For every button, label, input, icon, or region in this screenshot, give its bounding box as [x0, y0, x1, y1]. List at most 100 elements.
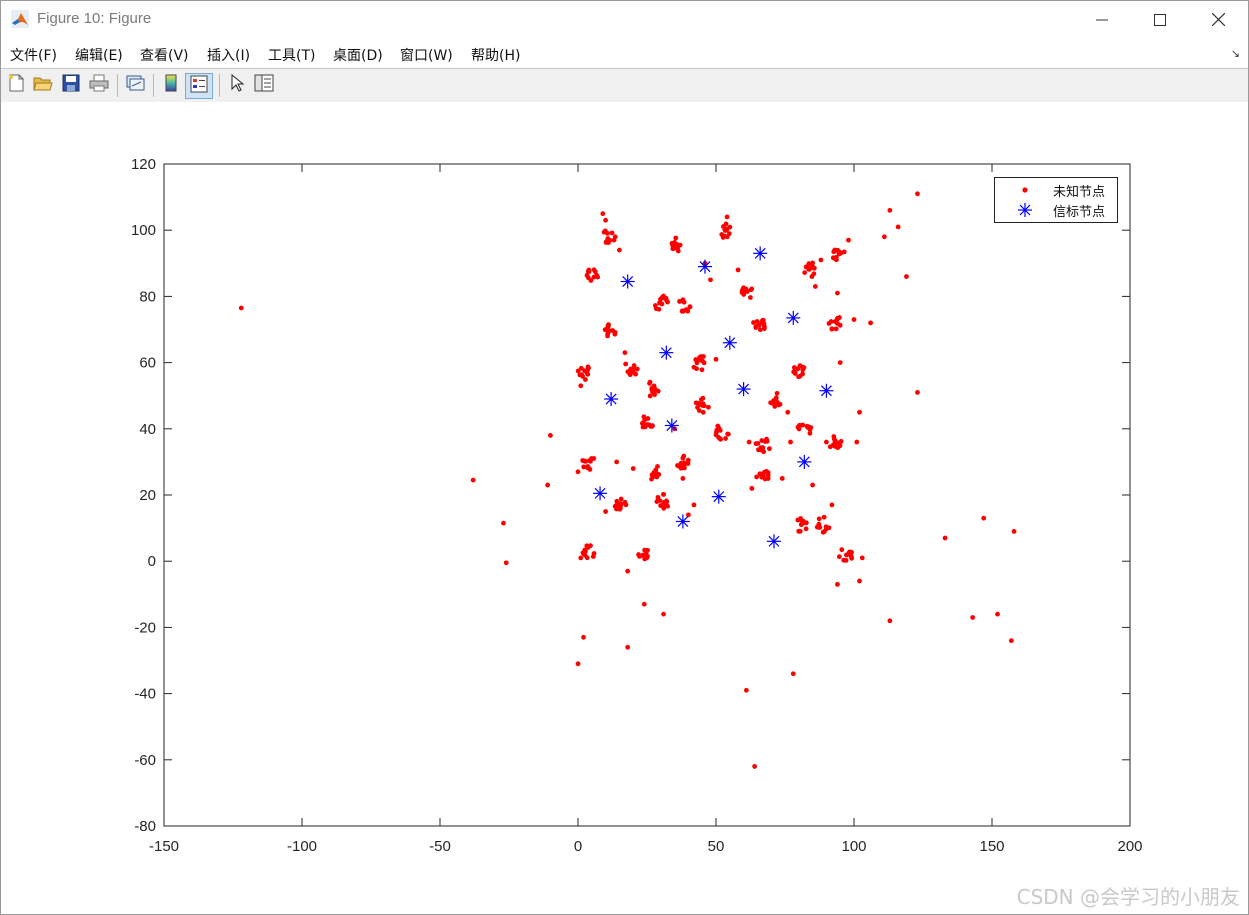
unknown-node-point	[831, 434, 837, 439]
unknown-node-point	[603, 509, 608, 514]
unknown-node-point	[799, 364, 805, 370]
unknown-node-point	[809, 263, 815, 269]
unknown-node-point	[995, 611, 1000, 617]
menu-tools[interactable]: 工具(T)	[268, 45, 315, 65]
unknown-node-point	[700, 358, 706, 364]
minimize-icon	[1096, 11, 1108, 30]
unknown-node-point	[585, 364, 591, 370]
unknown-node-point	[806, 266, 811, 272]
menu-insert[interactable]: 插入(I)	[207, 45, 250, 65]
unknown-node-point	[832, 256, 838, 262]
insert-legend-icon	[190, 75, 208, 97]
unknown-node-point	[822, 529, 827, 534]
unknown-node-point	[767, 446, 772, 452]
beacon-node-point	[819, 383, 834, 398]
unknown-node-point	[771, 398, 777, 403]
unknown-node-point	[804, 423, 810, 429]
edit-plot-icon	[229, 73, 245, 96]
link-plot-button[interactable]	[123, 73, 147, 97]
close-icon	[1211, 11, 1225, 30]
unknown-node-point	[791, 365, 797, 370]
unknown-node-point	[630, 369, 636, 375]
unknown-node-point	[634, 366, 640, 372]
property-editor-button[interactable]	[252, 73, 276, 97]
new-figure-button[interactable]	[4, 73, 28, 97]
maximize-button[interactable]	[1131, 1, 1189, 39]
scatter-plot[interactable]: -150 -100 -50 0 50 100 150 200120100806040200-2…	[1, 102, 1248, 914]
toolbar-separator	[153, 74, 154, 97]
unknown-node-point	[797, 422, 803, 428]
unknown-node-point	[735, 267, 741, 273]
insert-legend-button[interactable]	[185, 73, 213, 99]
unknown-node-point	[637, 553, 643, 559]
beacon-node-point	[786, 310, 801, 325]
print-icon	[89, 74, 109, 96]
unknown-node-point	[802, 270, 808, 276]
figure-window: Figure 10: Figure 文件(F) 编辑(E) 查看(V) 插入(I…	[0, 0, 1249, 915]
menu-desktop[interactable]: 桌面(D)	[333, 45, 383, 65]
unknown-node-point	[755, 441, 761, 446]
x-tick-label: 200	[1117, 838, 1142, 855]
unknown-node-point	[857, 578, 862, 584]
unknown-node-point	[835, 581, 840, 587]
unknown-node-point	[859, 555, 865, 561]
unknown-node-point	[643, 555, 649, 561]
unknown-node-point	[843, 557, 849, 563]
unknown-node-point	[788, 439, 793, 445]
unknown-node-point	[970, 615, 976, 620]
menu-view[interactable]: 查看(V)	[140, 45, 189, 65]
y-tick-label: 40	[139, 421, 156, 438]
unknown-node-point	[681, 465, 687, 471]
unknown-node-point	[641, 421, 647, 427]
unknown-node-point	[823, 524, 829, 530]
legend-box[interactable]: 未知节点 信标节点	[994, 177, 1118, 223]
beacon-node-point	[711, 489, 726, 504]
unknown-node-point	[790, 671, 796, 677]
menu-help[interactable]: 帮助(H)	[471, 45, 520, 65]
matlab-logo-icon	[11, 10, 29, 28]
insert-colorbar-button[interactable]	[159, 73, 183, 97]
unknown-node-point	[605, 331, 611, 337]
print-button[interactable]	[87, 73, 111, 97]
unknown-node-point	[816, 516, 822, 522]
title-bar[interactable]: Figure 10: Figure	[1, 1, 1248, 39]
unknown-node-point	[810, 482, 815, 488]
unknown-node-point	[841, 249, 847, 255]
beacon-node-point	[664, 418, 679, 433]
unknown-node-point	[881, 234, 887, 240]
unknown-node-point	[580, 458, 586, 463]
open-file-button[interactable]	[31, 73, 55, 97]
unknown-node-point	[811, 271, 817, 277]
unknown-node-point	[839, 547, 845, 553]
edit-plot-button[interactable]	[225, 73, 249, 97]
unknown-node-point	[765, 476, 771, 481]
dock-arrow-icon[interactable]: ↘	[1231, 47, 1240, 60]
y-tick-label: -40	[134, 686, 156, 703]
unknown-node-point	[664, 498, 669, 504]
axes-box	[163, 163, 1131, 827]
unknown-node-point	[743, 687, 749, 693]
unknown-node-point	[812, 284, 818, 289]
unknown-node-point	[603, 217, 608, 223]
x-tick-label: 100	[841, 838, 866, 855]
unknown-node-point	[649, 476, 654, 482]
toolbar-separator	[219, 74, 220, 97]
unknown-node-point	[832, 247, 838, 253]
menu-file[interactable]: 文件(F)	[10, 45, 57, 65]
unknown-node-point	[661, 611, 666, 617]
unknown-node-point	[238, 305, 244, 311]
unknown-node-point	[647, 380, 652, 386]
unknown-node-point	[774, 390, 780, 396]
unknown-node-point	[915, 191, 920, 197]
menu-edit[interactable]: 编辑(E)	[75, 45, 123, 65]
menu-window[interactable]: 窗口(W)	[400, 45, 453, 65]
unknown-node-point	[717, 436, 723, 441]
unknown-node-point	[548, 433, 553, 438]
minimize-button[interactable]	[1073, 1, 1131, 39]
legend-label-beacon: 信标节点	[1053, 205, 1106, 220]
unknown-node-point	[1008, 638, 1014, 644]
y-tick-label: 100	[131, 222, 156, 239]
save-button[interactable]	[59, 73, 83, 97]
unknown-node-point	[760, 317, 766, 323]
close-button[interactable]	[1189, 1, 1247, 39]
